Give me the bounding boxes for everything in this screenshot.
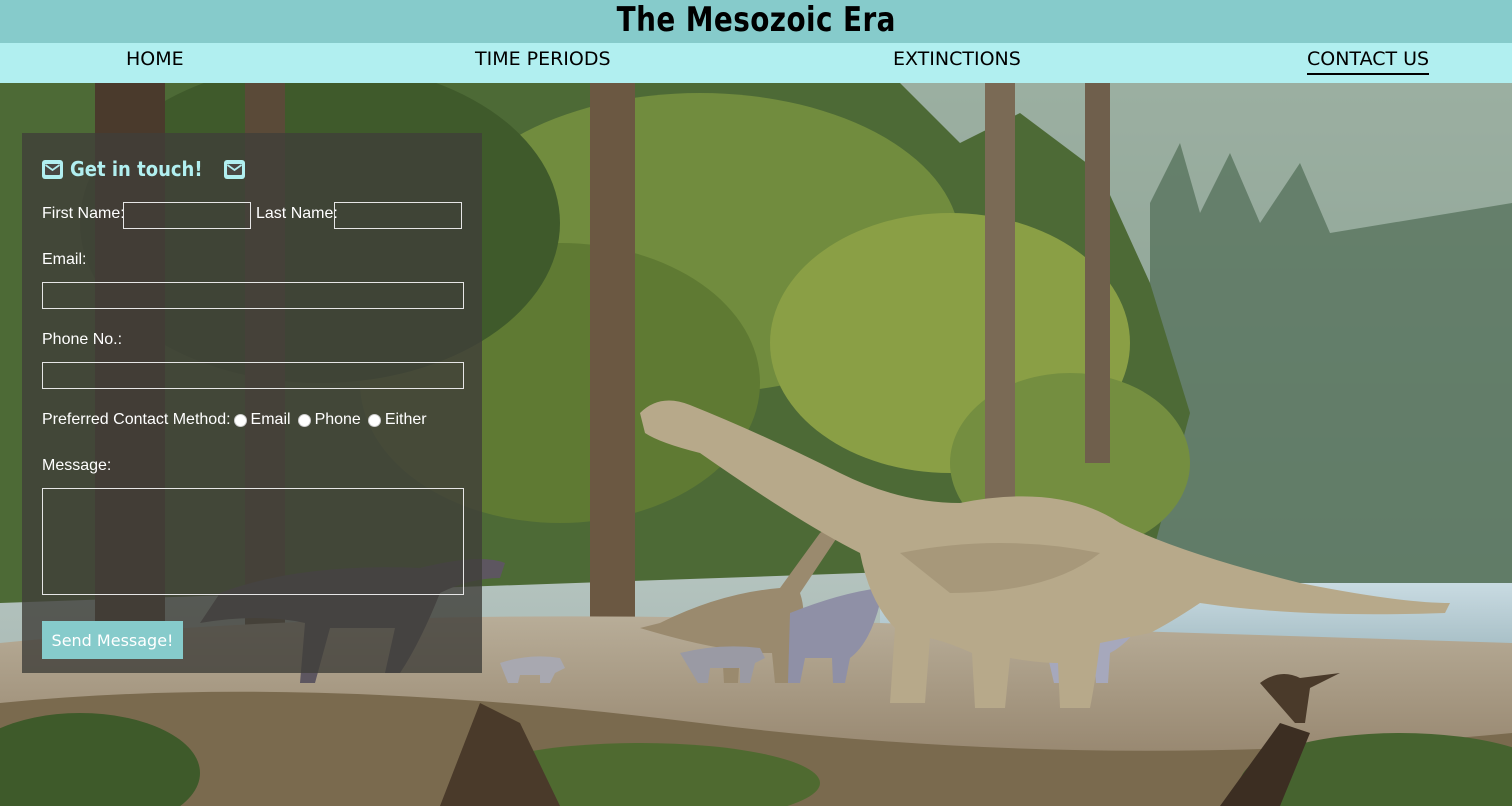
contact-form-panel: Get in touch! First Name: Last Name: Ema… (22, 133, 482, 673)
nav-home-link[interactable]: HOME (126, 45, 184, 73)
message-label: Message: (42, 457, 112, 474)
first-name-field[interactable] (123, 202, 251, 229)
contact-method-either-option[interactable]: Either (365, 411, 431, 429)
contact-form-heading: Get in touch! (42, 155, 246, 183)
send-message-button[interactable]: Send Message! (42, 621, 183, 659)
phone-label: Phone No.: (42, 331, 123, 348)
contact-method-phone-option[interactable]: Phone (295, 411, 365, 429)
email-field[interactable] (42, 282, 464, 309)
radio-email[interactable] (233, 413, 247, 427)
preferred-contact-method-label: Preferred Contact Method: (42, 411, 231, 428)
nav-time-periods-link[interactable]: TIME PERIODS (475, 45, 611, 73)
title-bar: The Mesozoic Era (0, 0, 1512, 43)
radio-phone-label: Phone (314, 411, 361, 428)
last-name-label: Last Name: (256, 205, 338, 222)
radio-either-label: Either (384, 411, 427, 428)
preferred-contact-method-group: Preferred Contact Method: Email Phone Ei… (42, 409, 431, 431)
contact-form-title: Get in touch! (70, 157, 203, 181)
radio-phone[interactable] (297, 413, 311, 427)
last-name-field[interactable] (334, 202, 462, 229)
page-title: The Mesozoic Era (616, 0, 896, 40)
nav-extinctions-link[interactable]: EXTINCTIONS (893, 45, 1021, 73)
radio-email-label: Email (250, 411, 291, 428)
radio-either[interactable] (367, 413, 381, 427)
phone-field[interactable] (42, 362, 464, 389)
nav-contact-us-link[interactable]: CONTACT US (1307, 45, 1430, 75)
envelope-icon (42, 159, 63, 179)
message-textarea[interactable] (42, 488, 464, 595)
envelope-icon (224, 159, 246, 179)
contact-method-email-option[interactable]: Email (231, 411, 295, 429)
email-label: Email: (42, 251, 87, 268)
first-name-label: First Name: (42, 205, 125, 222)
main-nav: HOME TIME PERIODS EXTINCTIONS CONTACT US (0, 43, 1512, 83)
